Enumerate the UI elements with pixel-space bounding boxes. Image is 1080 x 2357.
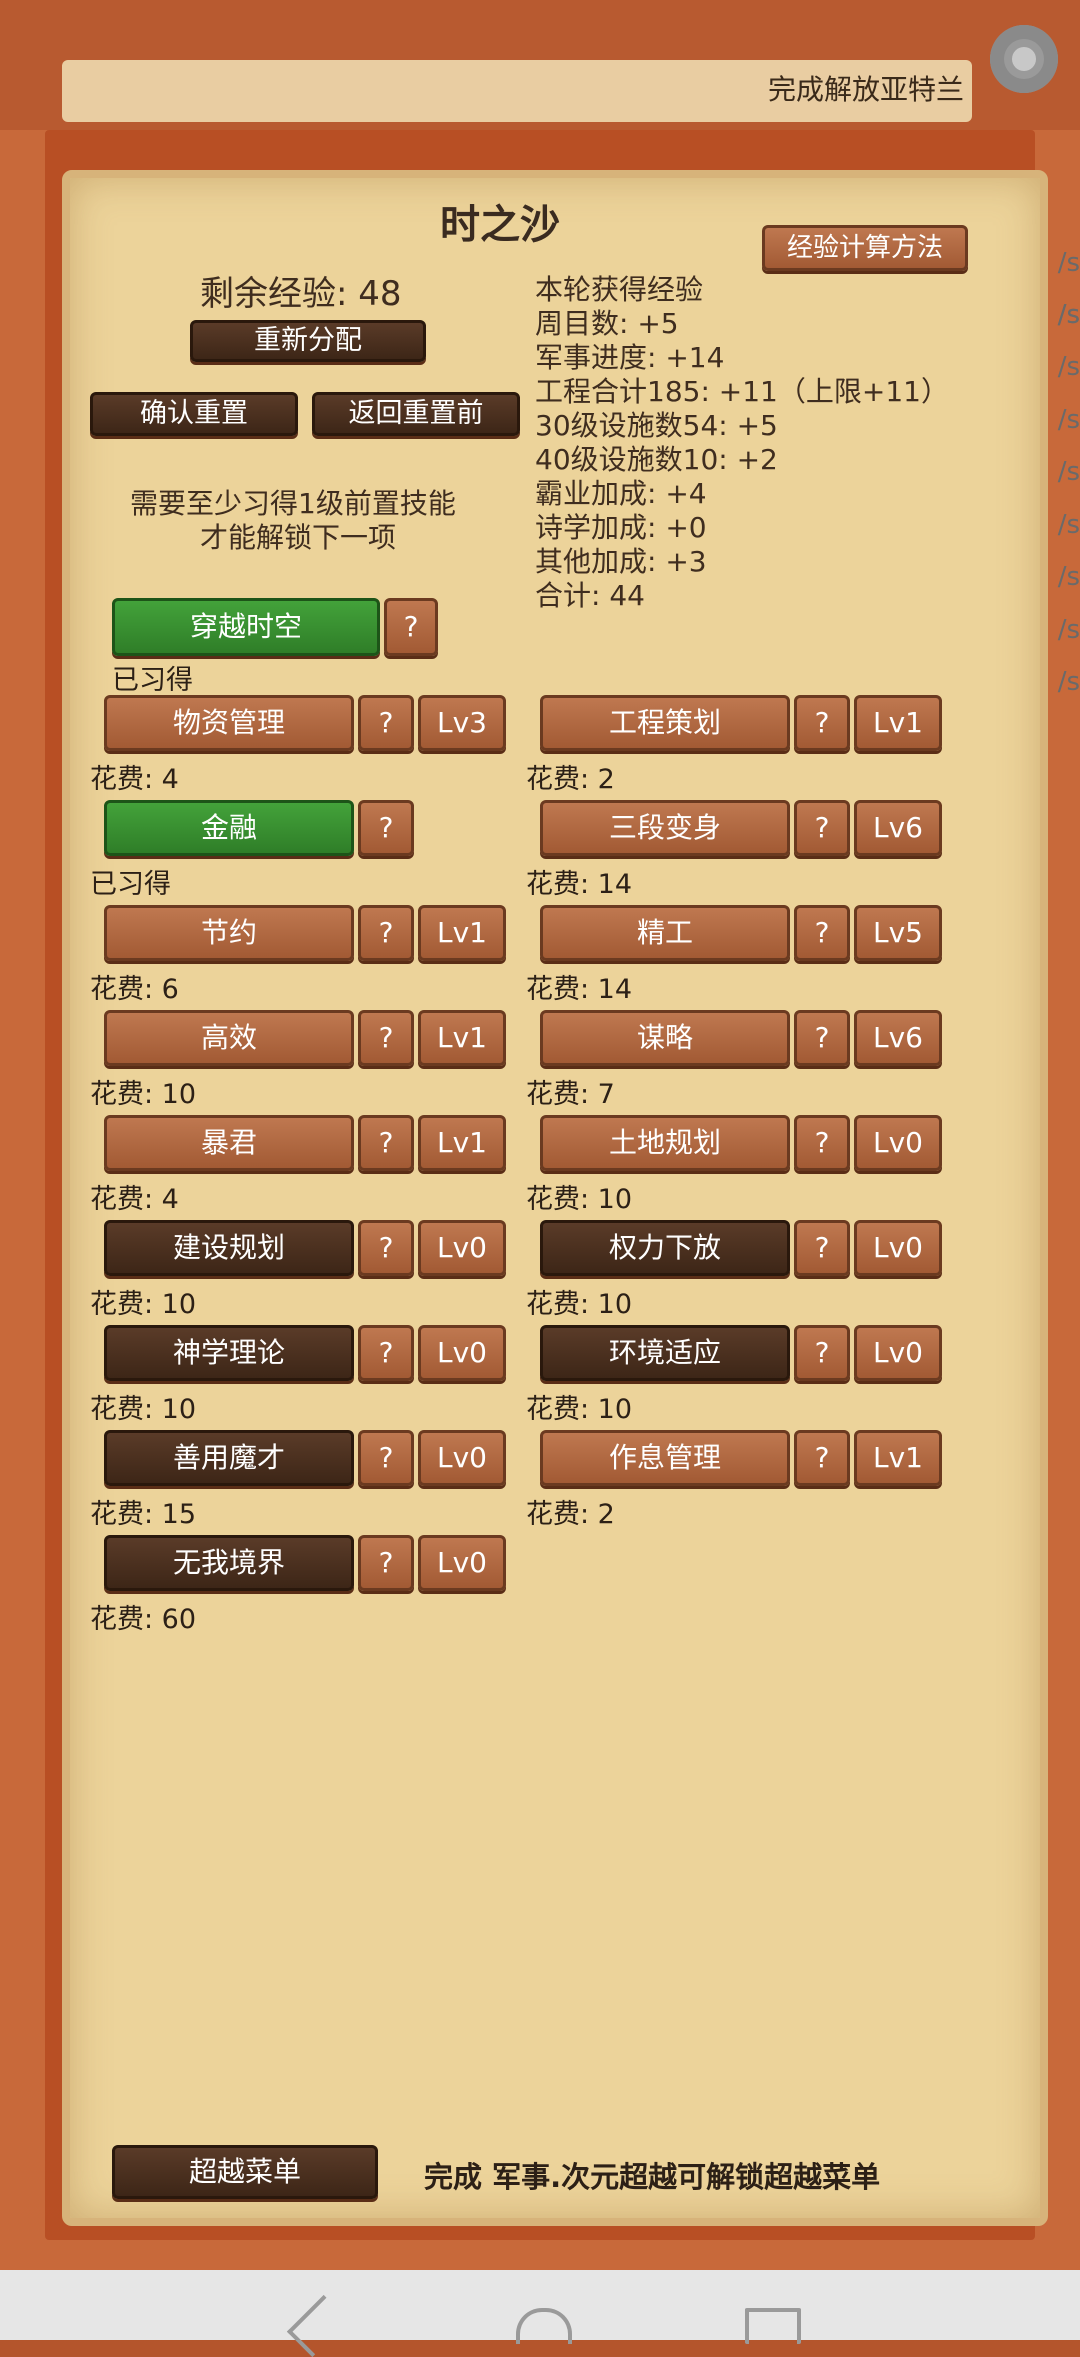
exp-breakdown-total: 合计: 44 (535, 579, 645, 612)
side-rate-label: /s (1057, 457, 1080, 487)
skill-level-button[interactable]: Lv0 (854, 1325, 942, 1381)
skill-cost: 花费: 60 (90, 1604, 197, 1635)
skill-button[interactable]: 谋略 (540, 1010, 790, 1066)
reallocate-button[interactable]: 重新分配 (190, 320, 426, 362)
skill-cost: 花费: 15 (90, 1499, 197, 1530)
skill-help-button[interactable]: ? (794, 1430, 850, 1486)
skill-cost: 花费: 10 (90, 1079, 197, 1110)
gear-icon[interactable] (990, 25, 1058, 93)
skill-cost: 花费: 10 (526, 1289, 633, 1320)
side-rate-label: /s (1057, 510, 1080, 540)
skill-help-button[interactable]: ? (358, 1430, 414, 1486)
unlock-hint: 才能解锁下一项 (200, 521, 397, 554)
skill-cost: 花费: 2 (526, 1499, 615, 1530)
skill-level-button[interactable]: Lv0 (418, 1430, 506, 1486)
skill-cost: 花费: 10 (90, 1394, 197, 1425)
side-rate-label: /s (1057, 562, 1080, 592)
skill-help-button[interactable]: ? (794, 1010, 850, 1066)
skill-root-button[interactable]: 穿越时空 (112, 598, 380, 656)
skill-help-button[interactable]: ? (358, 1535, 414, 1591)
skill-cost: 花费: 10 (526, 1394, 633, 1425)
skill-button[interactable]: 高效 (104, 1010, 354, 1066)
skill-cost: 花费: 4 (90, 1184, 179, 1215)
skill-button[interactable]: 工程策划 (540, 695, 790, 751)
skill-level-button[interactable]: Lv0 (854, 1220, 942, 1276)
side-rate-label: /s (1057, 667, 1080, 697)
skill-level-button[interactable]: Lv1 (418, 905, 506, 961)
skill-help-button[interactable]: ? (794, 1115, 850, 1171)
skill-help-button[interactable]: ? (358, 1220, 414, 1276)
side-rate-label: /s (1057, 615, 1080, 645)
skill-button[interactable]: 神学理论 (104, 1325, 354, 1381)
skill-button[interactable]: 环境适应 (540, 1325, 790, 1381)
skill-cost: 花费: 2 (526, 764, 615, 795)
transcend-hint: 完成 军事.次元超越可解锁超越菜单 (424, 2160, 881, 2194)
skill-level-button[interactable]: Lv1 (854, 695, 942, 751)
side-rate-label: /s (1057, 405, 1080, 435)
skill-cost: 花费: 6 (90, 974, 179, 1005)
skill-cost: 花费: 14 (526, 869, 633, 900)
skill-button[interactable]: 暴君 (104, 1115, 354, 1171)
skill-level-button[interactable]: Lv1 (854, 1430, 942, 1486)
skill-button[interactable]: 善用魔才 (104, 1430, 354, 1486)
exp-method-button[interactable]: 经验计算方法 (762, 225, 968, 271)
skill-help-button[interactable]: ? (794, 1325, 850, 1381)
skill-help-button[interactable]: ? (358, 800, 414, 856)
skill-button[interactable]: 建设规划 (104, 1220, 354, 1276)
skill-button[interactable]: 节约 (104, 905, 354, 961)
message-text: 完成解放亚特兰 (768, 73, 965, 106)
skill-status: 已习得 (112, 665, 193, 696)
transcend-menu-button[interactable]: 超越菜单 (112, 2145, 378, 2199)
recents-icon[interactable] (745, 2308, 801, 2344)
skill-help-button[interactable]: ? (358, 1115, 414, 1171)
skill-help-button[interactable]: ? (794, 905, 850, 961)
skill-button[interactable]: 作息管理 (540, 1430, 790, 1486)
skill-button[interactable]: 三段变身 (540, 800, 790, 856)
skill-button[interactable]: 权力下放 (540, 1220, 790, 1276)
skill-level-button[interactable]: Lv1 (418, 1010, 506, 1066)
skill-button[interactable]: 精工 (540, 905, 790, 961)
skill-level-button[interactable]: Lv0 (418, 1325, 506, 1381)
skill-help-button[interactable]: ? (358, 1325, 414, 1381)
skill-button[interactable]: 金融 (104, 800, 354, 856)
skill-help-button[interactable]: ? (358, 1010, 414, 1066)
skill-level-button[interactable]: Lv6 (854, 800, 942, 856)
skill-level-button[interactable]: Lv0 (418, 1535, 506, 1591)
remaining-exp: 剩余经验: 48 (200, 274, 402, 314)
skill-help-button[interactable]: ? (794, 800, 850, 856)
skill-help-button[interactable]: ? (358, 695, 414, 751)
skill-button[interactable]: 物资管理 (104, 695, 354, 751)
skill-level-button[interactable]: Lv5 (854, 905, 942, 961)
skill-cost: 花费: 10 (90, 1289, 197, 1320)
skill-button[interactable]: 无我境界 (104, 1535, 354, 1591)
side-rate-label: /s (1057, 352, 1080, 382)
dialog-title: 时之沙 (440, 202, 560, 248)
skill-cost: 花费: 10 (526, 1184, 633, 1215)
skill-level-button[interactable]: Lv6 (854, 1010, 942, 1066)
skill-cost: 花费: 14 (526, 974, 633, 1005)
skill-cost: 花费: 7 (526, 1079, 615, 1110)
skill-button[interactable]: 土地规划 (540, 1115, 790, 1171)
skill-help-button[interactable]: ? (358, 905, 414, 961)
skill-level-button[interactable]: Lv1 (418, 1115, 506, 1171)
skill-help-button[interactable]: ? (794, 1220, 850, 1276)
skill-level-button[interactable]: Lv0 (854, 1115, 942, 1171)
revert-button[interactable]: 返回重置前 (312, 392, 520, 436)
skill-level-button[interactable]: Lv3 (418, 695, 506, 751)
skill-cost: 花费: 4 (90, 764, 179, 795)
skill-level-button[interactable]: Lv0 (418, 1220, 506, 1276)
side-rate-label: /s (1057, 248, 1080, 278)
skill-cost: 已习得 (90, 869, 171, 900)
skill-help-button[interactable]: ? (384, 598, 438, 656)
skill-help-button[interactable]: ? (794, 695, 850, 751)
confirm-reset-button[interactable]: 确认重置 (90, 392, 298, 436)
